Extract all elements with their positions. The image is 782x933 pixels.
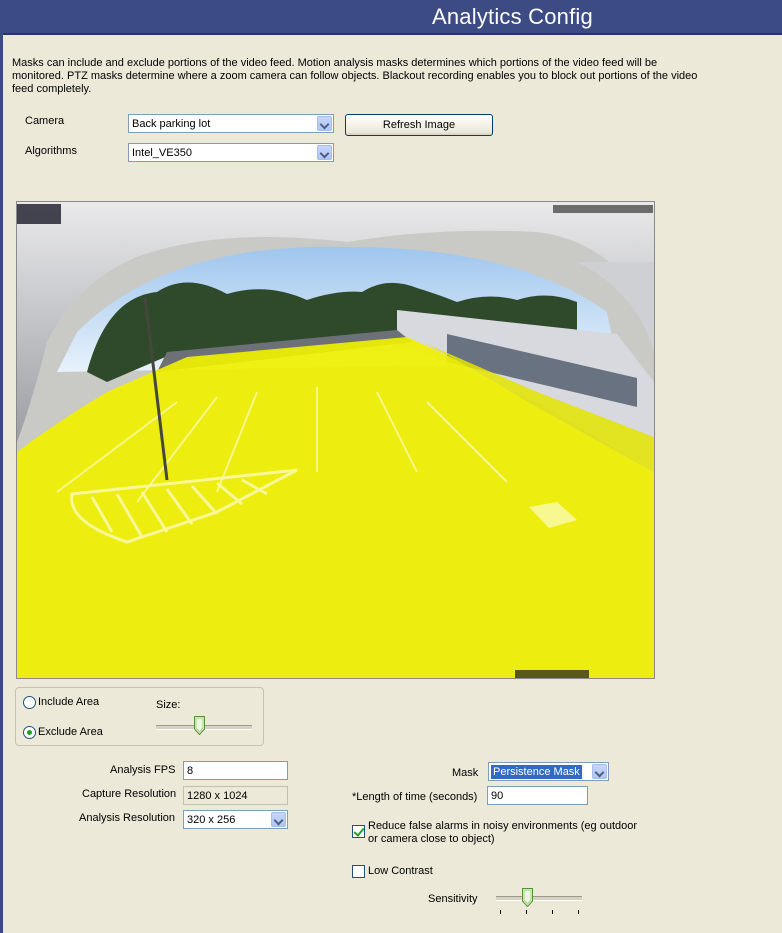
chevron-down-icon[interactable]: [317, 116, 332, 131]
analysis-resolution-select[interactable]: 320 x 256: [183, 810, 288, 829]
capture-resolution-value: 1280 x 1024: [187, 790, 248, 802]
length-of-time-input[interactable]: 90: [487, 786, 588, 805]
page-title: Analytics Config: [432, 4, 593, 29]
mask-label: Mask: [452, 767, 479, 779]
capture-resolution-field: 1280 x 1024: [183, 786, 288, 805]
length-of-time-value: 90: [491, 790, 504, 802]
analysis-fps-label: Analysis FPS: [110, 764, 176, 776]
length-of-time-label: *Length of time (seconds): [352, 791, 478, 803]
analysis-fps-value: 8: [187, 765, 194, 777]
algorithms-label: Algorithms: [25, 145, 77, 157]
sensitivity-label: Sensitivity: [428, 893, 478, 905]
sensitivity-slider-thumb[interactable]: [522, 888, 533, 907]
exclude-area-label[interactable]: Exclude Area: [38, 726, 103, 738]
algorithms-select-value: Intel_VE350: [132, 147, 192, 159]
include-area-label[interactable]: Include Area: [38, 696, 99, 708]
title-bar: Analytics Config: [3, 0, 782, 35]
sensitivity-tick: [578, 910, 579, 914]
mask-select-value: Persistence Mask: [491, 765, 582, 779]
analysis-resolution-value: 320 x 256: [187, 814, 236, 826]
description-text: Masks can include and exclude portions o…: [12, 57, 698, 95]
chevron-down-icon[interactable]: [271, 812, 286, 827]
camera-select-value: Back parking lot: [132, 118, 211, 130]
title-bar-edge: [3, 33, 782, 35]
sensitivity-tick: [552, 910, 553, 914]
exclude-area-radio[interactable]: [23, 726, 36, 739]
analysis-fps-input[interactable]: 8: [183, 761, 288, 780]
area-mode-panel: Include Area Exclude Area Size:: [15, 687, 264, 746]
refresh-image-button[interactable]: Refresh Image: [345, 114, 493, 136]
video-feed-image: [17, 202, 654, 678]
low-contrast-checkbox[interactable]: [352, 865, 365, 878]
camera-select[interactable]: Back parking lot: [128, 114, 334, 133]
analysis-resolution-label: Analysis Resolution: [79, 812, 175, 824]
include-area-radio[interactable]: [23, 696, 36, 709]
video-feed-canvas[interactable]: [16, 201, 655, 679]
mask-select[interactable]: Persistence Mask: [488, 762, 609, 781]
window-left-edge: [0, 0, 3, 933]
sensitivity-slider-track[interactable]: [496, 896, 582, 901]
sensitivity-tick: [526, 910, 527, 914]
size-slider-thumb[interactable]: [194, 716, 205, 735]
algorithms-select[interactable]: Intel_VE350: [128, 143, 334, 162]
sensitivity-tick: [500, 910, 501, 914]
capture-resolution-label: Capture Resolution: [82, 788, 177, 800]
size-label: Size:: [156, 699, 181, 711]
reduce-false-alarms-label-line1[interactable]: Reduce false alarms in noisy environment…: [368, 820, 637, 832]
reduce-false-alarms-checkbox[interactable]: [352, 825, 365, 838]
chevron-down-icon[interactable]: [592, 764, 607, 779]
chevron-down-icon[interactable]: [317, 145, 332, 160]
reduce-false-alarms-label-line2[interactable]: or camera close to object): [368, 833, 495, 845]
camera-label: Camera: [25, 115, 65, 127]
low-contrast-label[interactable]: Low Contrast: [368, 865, 433, 877]
